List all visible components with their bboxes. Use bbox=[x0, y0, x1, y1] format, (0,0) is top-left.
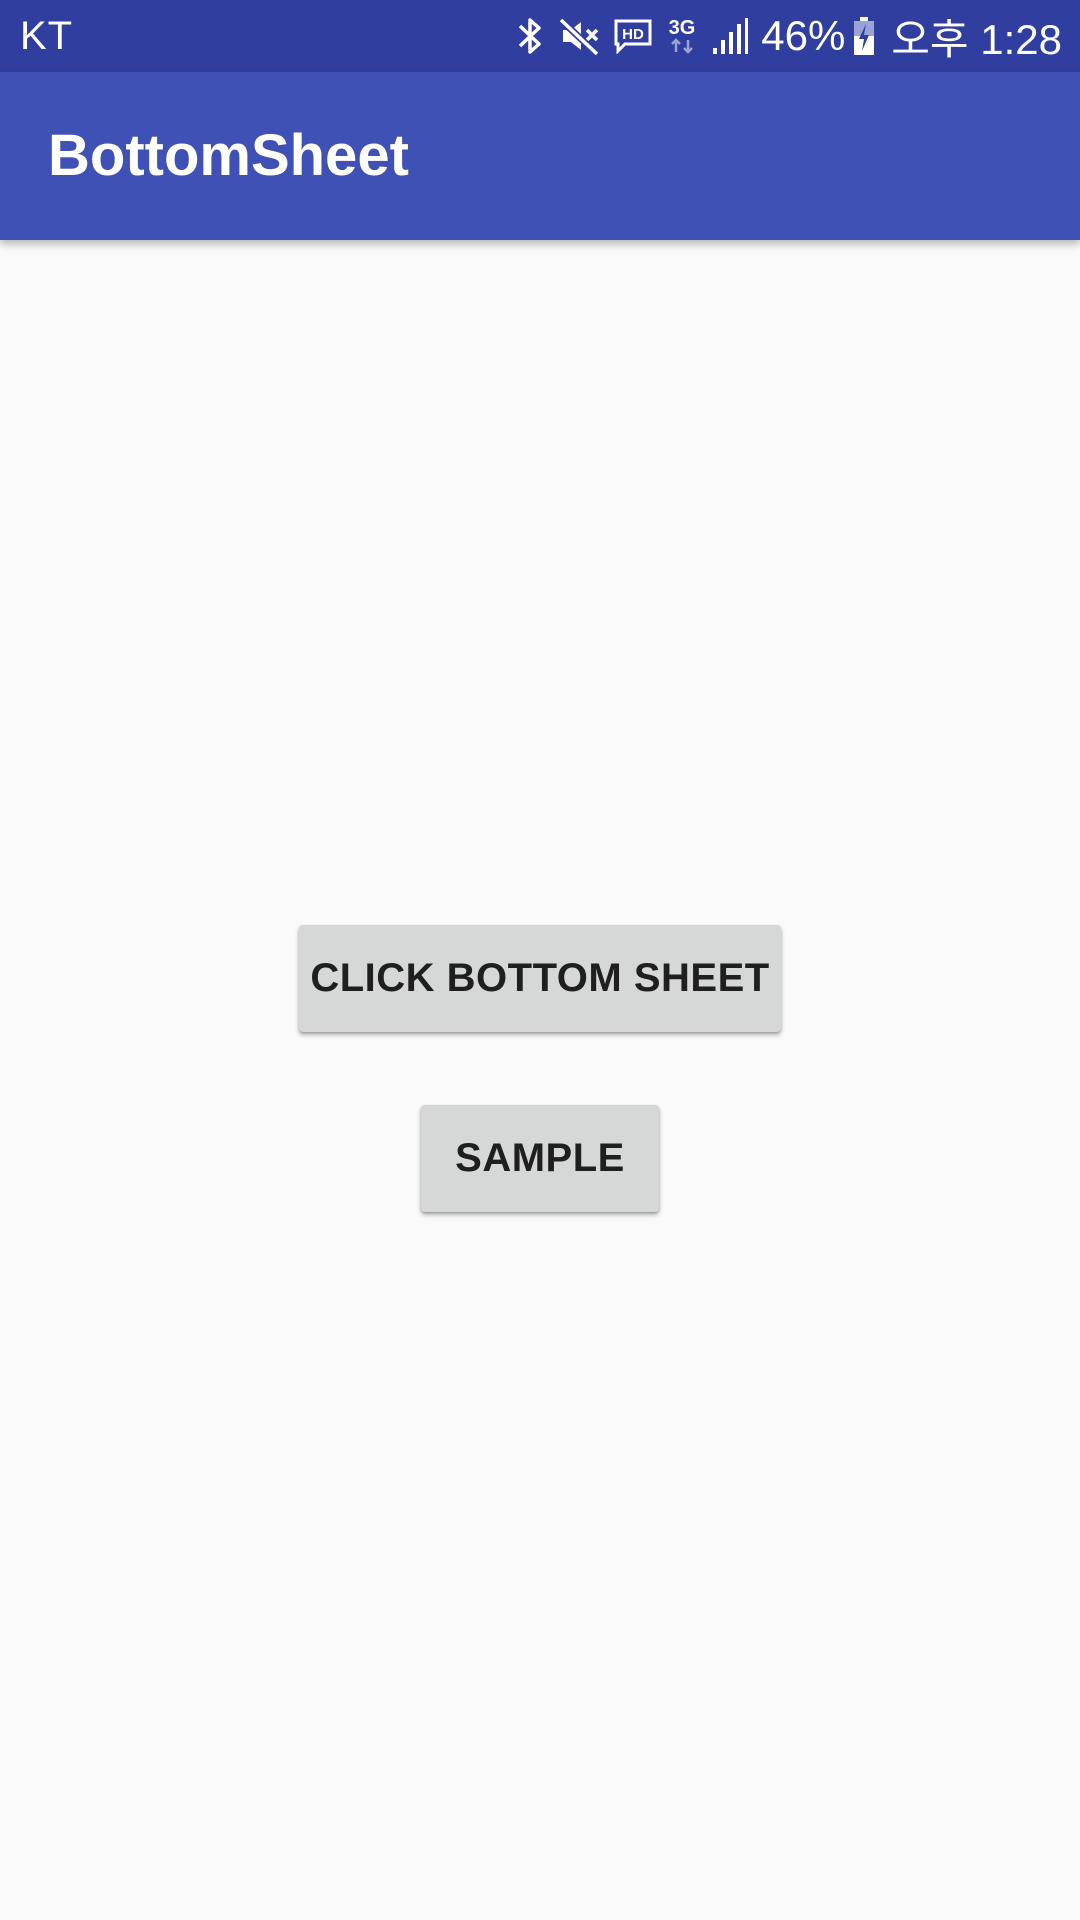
hd-text: HD bbox=[622, 26, 644, 43]
click-bottom-sheet-button[interactable]: CLICK BOTTOM SHEET bbox=[299, 925, 781, 1032]
sample-button[interactable]: SAMPLE bbox=[421, 1105, 659, 1212]
signal-icon bbox=[711, 16, 749, 56]
clock: 오후 1:28 bbox=[891, 15, 1062, 63]
bluetooth-icon bbox=[515, 14, 545, 58]
screen: KT HD 3G 46% 오후 1:28 BottomSheet CLICK B… bbox=[0, 0, 1080, 1920]
status-bar: KT HD 3G 46% 오후 1:28 bbox=[0, 0, 1080, 72]
battery-charging-icon bbox=[853, 16, 875, 56]
3g-data-icon: 3G bbox=[665, 14, 699, 58]
app-title: BottomSheet bbox=[48, 123, 409, 188]
network-type-text: 3G bbox=[669, 17, 696, 39]
battery-percent: 46% bbox=[761, 12, 846, 59]
carrier-label: KT bbox=[20, 14, 74, 58]
status-icons: HD 3G 46% 오후 1:28 bbox=[515, 0, 1062, 72]
app-bar: BottomSheet bbox=[0, 72, 1080, 240]
mute-vibrate-icon bbox=[557, 14, 601, 58]
hd-voice-icon: HD bbox=[613, 18, 653, 54]
